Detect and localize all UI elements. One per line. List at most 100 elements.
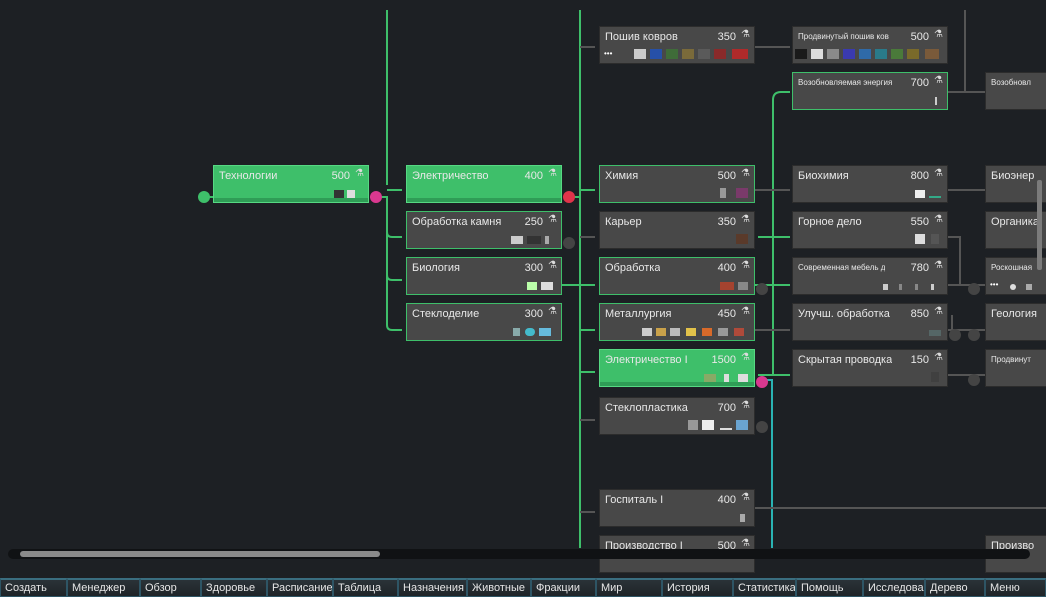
item-icon <box>929 196 941 198</box>
node-label: Геология <box>991 308 1037 320</box>
connector-dot <box>968 374 980 386</box>
tab-history[interactable]: История <box>662 578 733 597</box>
node-cost: 850 <box>910 308 929 320</box>
node-label: Продвинут <box>991 355 1031 364</box>
flask-icon: ⚗ <box>741 168 750 179</box>
flask-icon: ⚗ <box>741 400 750 411</box>
more-icon: ••• <box>990 280 999 289</box>
node-electricity-1[interactable]: Электричество I 1500 ⚗ <box>599 349 755 387</box>
item-icon <box>935 97 937 105</box>
item-icon <box>541 282 553 290</box>
flask-icon: ⚗ <box>741 306 750 317</box>
node-hospital-1[interactable]: Госпиталь I 400 ⚗ <box>599 489 755 527</box>
node-cost: 500 <box>331 170 350 182</box>
node-cost: 500 <box>910 31 929 43</box>
color-swatch <box>811 49 823 59</box>
tab-tree[interactable]: Дерево <box>925 578 985 597</box>
tab-research[interactable]: Исследования <box>863 578 925 597</box>
tab-statistics[interactable]: Статистика <box>733 578 796 597</box>
item-icon <box>670 328 680 336</box>
node-electricity[interactable]: Электричество 400 ⚗ <box>406 165 562 203</box>
item-icon <box>724 374 729 382</box>
tab-world[interactable]: Мир <box>596 578 662 597</box>
node-mining[interactable]: Горное дело 550 ⚗ <box>792 211 948 249</box>
connector-dot <box>756 376 768 388</box>
flask-icon: ⚗ <box>741 260 750 271</box>
node-metallurgy[interactable]: Металлургия 450 ⚗ <box>599 303 755 341</box>
node-cost: 150 <box>910 354 929 366</box>
node-carpet-sewing[interactable]: Пошив ковров 350 ⚗ ••• <box>599 26 755 64</box>
flask-icon: ⚗ <box>934 29 943 40</box>
node-label: Металлургия <box>605 308 672 320</box>
item-icon <box>511 236 523 244</box>
node-cost: 350 <box>717 31 736 43</box>
flask-icon: ⚗ <box>548 214 557 225</box>
flask-icon: ⚗ <box>548 260 557 271</box>
item-icon <box>738 374 748 382</box>
tab-menu[interactable]: Меню <box>985 578 1046 597</box>
research-tree-canvas[interactable]: Технологии 500 ⚗ Электричество 400 ⚗ Обр… <box>0 0 1046 578</box>
node-chemistry[interactable]: Химия 500 ⚗ <box>599 165 755 203</box>
node-improved-processing[interactable]: Улучш. обработка 850 ⚗ <box>792 303 948 341</box>
node-quarry[interactable]: Карьер 350 ⚗ <box>599 211 755 249</box>
color-swatch <box>925 49 939 59</box>
node-label: Обработка <box>605 262 661 274</box>
tab-create[interactable]: Создать <box>0 578 67 597</box>
node-renewable-2[interactable]: Возобновл <box>985 72 1046 110</box>
node-renewable-energy[interactable]: Возобновляемая энергия 700 ⚗ <box>792 72 948 110</box>
node-label: Роскошная <box>991 263 1033 272</box>
flask-icon: ⚗ <box>741 214 750 225</box>
color-swatch <box>907 49 919 59</box>
node-cost: 400 <box>717 262 736 274</box>
node-label: Карьер <box>605 216 642 228</box>
tab-factions[interactable]: Фракции <box>531 578 596 597</box>
item-icon <box>688 420 698 430</box>
node-geology[interactable]: Геология <box>985 303 1046 341</box>
horizontal-scrollbar-thumb[interactable] <box>20 551 380 557</box>
item-icon <box>704 374 716 382</box>
item-icon <box>334 190 344 198</box>
node-label: Возобновл <box>991 78 1031 87</box>
color-swatch <box>859 49 871 59</box>
node-stone-processing[interactable]: Обработка камня 250 ⚗ <box>406 211 562 249</box>
item-icon <box>656 328 666 336</box>
item-icon <box>1010 284 1016 290</box>
item-icon <box>718 328 728 336</box>
node-cost: 550 <box>910 216 929 228</box>
node-label: Стеклопластика <box>605 402 688 414</box>
node-cost: 780 <box>910 262 929 274</box>
node-advanced-carpet[interactable]: Продвинутый пошив ков 500 ⚗ <box>792 26 948 64</box>
node-biology[interactable]: Биология 300 ⚗ <box>406 257 562 295</box>
tab-table[interactable]: Таблица <box>333 578 398 597</box>
node-modern-furniture[interactable]: Современная мебель д 780 ⚗ <box>792 257 948 295</box>
vertical-scrollbar-thumb[interactable] <box>1037 180 1042 270</box>
node-biochemistry[interactable]: Биохимия 800 ⚗ <box>792 165 948 203</box>
node-label: Скрытая проводка <box>798 354 893 366</box>
color-swatch <box>714 49 726 59</box>
tab-schedule[interactable]: Расписание <box>267 578 333 597</box>
tab-overview[interactable]: Обзор <box>140 578 201 597</box>
node-fiberglass[interactable]: Стеклопластика 700 ⚗ <box>599 397 755 435</box>
item-icon <box>642 328 652 336</box>
node-advanced[interactable]: Продвинут <box>985 349 1046 387</box>
node-processing[interactable]: Обработка 400 ⚗ <box>599 257 755 295</box>
node-label: Технологии <box>219 170 278 182</box>
node-glassmaking[interactable]: Стеклоделие 300 ⚗ <box>406 303 562 341</box>
node-label: Биохимия <box>798 170 849 182</box>
tab-animals[interactable]: Животные <box>467 578 531 597</box>
tab-health[interactable]: Здоровье <box>201 578 267 597</box>
item-icon <box>702 328 712 336</box>
tab-help[interactable]: Помощь <box>796 578 863 597</box>
color-swatch <box>666 49 678 59</box>
item-icon <box>1026 284 1032 290</box>
connector-dot <box>756 421 768 433</box>
flask-icon: ⚗ <box>934 168 943 179</box>
item-icon <box>527 282 537 290</box>
color-swatch <box>875 49 887 59</box>
tab-assignments[interactable]: Назначения <box>398 578 467 597</box>
node-hidden-wiring[interactable]: Скрытая проводка 150 ⚗ <box>792 349 948 387</box>
node-label: Госпиталь I <box>605 494 664 506</box>
color-swatch <box>891 49 903 59</box>
tab-manager[interactable]: Менеджер <box>67 578 140 597</box>
node-technologies[interactable]: Технологии 500 ⚗ <box>213 165 369 203</box>
